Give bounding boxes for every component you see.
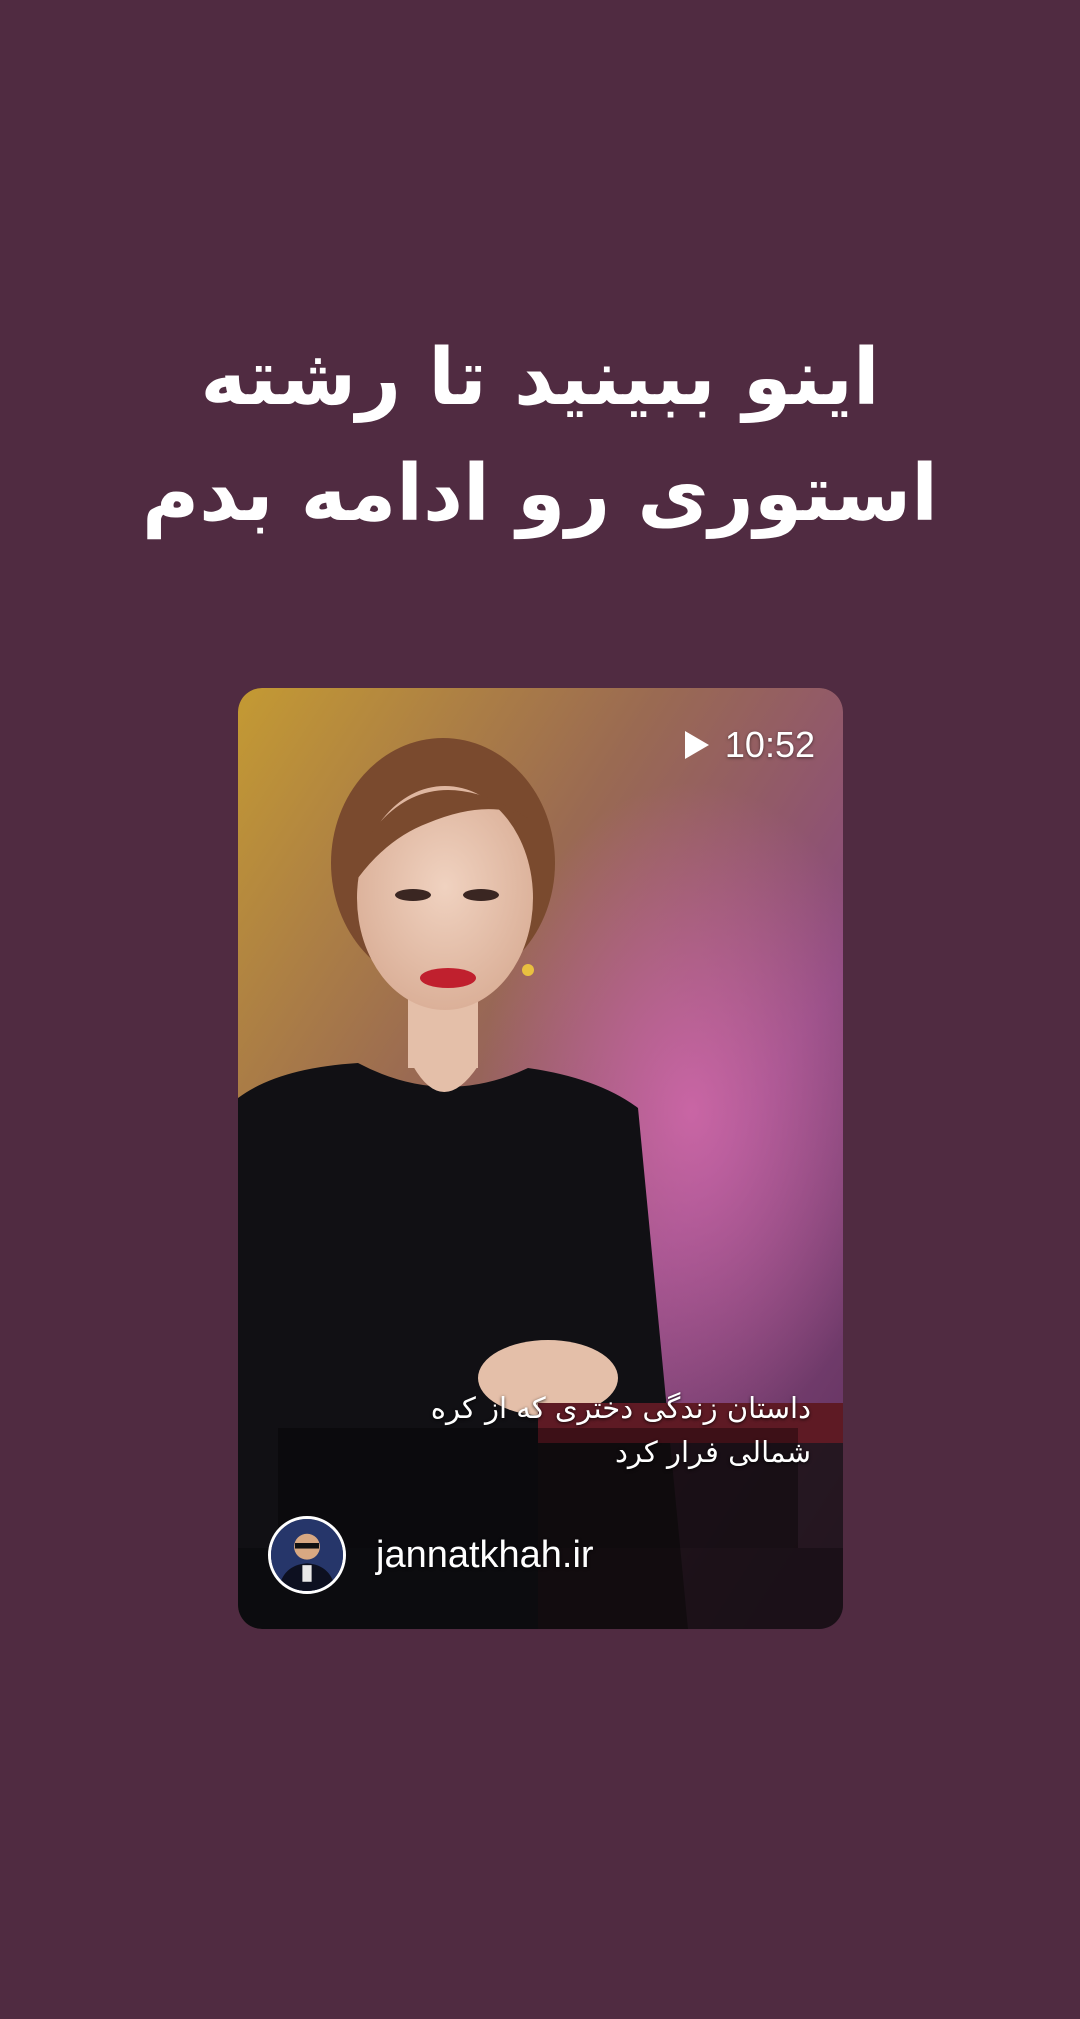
source-name: jannatkhah.ir bbox=[376, 1533, 594, 1576]
duration-label: 10:52 bbox=[724, 724, 815, 765]
video-caption: داستان زندگی دختری که از کره شمالی فرار … bbox=[291, 1386, 811, 1474]
play-icon bbox=[684, 731, 709, 759]
video-source[interactable]: jannatkhah.ir bbox=[268, 1516, 594, 1594]
video-preview-card[interactable]: 10:52 داستان زندگی دختری که از کره شمالی… bbox=[238, 688, 843, 1629]
avatar-image bbox=[271, 1519, 343, 1591]
story-headline: اینو ببینید تا رشته استوری رو ادامه بدم bbox=[90, 320, 990, 552]
caption-line-1: داستان زندگی دختری که از کره bbox=[430, 1391, 811, 1425]
avatar[interactable] bbox=[268, 1516, 346, 1594]
headline-line-2: استوری رو ادامه بدم bbox=[141, 449, 939, 539]
caption-line-2: شمالی فرار کرد bbox=[615, 1435, 811, 1469]
video-duration: 10:52 bbox=[684, 724, 815, 766]
headline-line-1: اینو ببینید تا رشته bbox=[200, 333, 880, 423]
video-thumbnail bbox=[238, 688, 843, 1629]
